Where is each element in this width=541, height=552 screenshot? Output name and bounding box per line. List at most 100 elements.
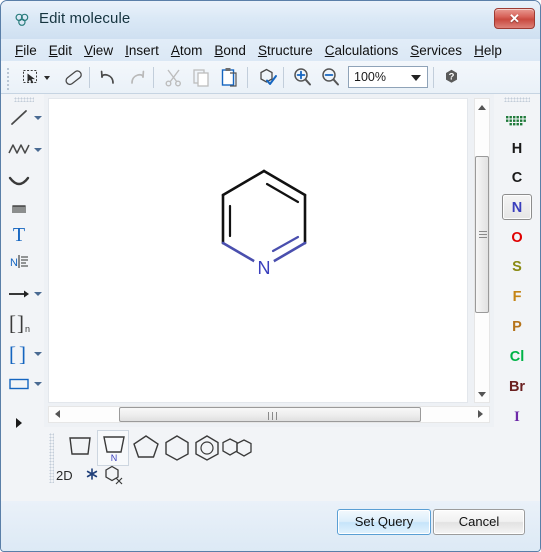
menu-item-insert[interactable]: Insert — [119, 43, 165, 58]
help-button[interactable]: ? — [439, 65, 464, 90]
atom-n-button[interactable]: N — [502, 194, 532, 220]
drawing-tools-toolbar: T N [] n [] — [1, 94, 44, 501]
atom-s-button[interactable]: S — [502, 254, 532, 280]
chevron-down-icon[interactable] — [411, 75, 421, 81]
chain-bond-tool[interactable] — [5, 136, 33, 164]
text-tool[interactable]: T — [5, 220, 33, 248]
canvas-horizontal-scrollbar[interactable] — [48, 406, 490, 423]
atom-f-button[interactable]: F — [502, 284, 532, 310]
toolbar-separator — [247, 67, 248, 88]
atom-palette-toolbar: H C N O S F P Cl Br I — [494, 94, 540, 501]
menu-item-structure[interactable]: Structure — [252, 43, 319, 58]
bracket-tool[interactable]: [ ] — [5, 341, 33, 369]
atom-p-button[interactable]: P — [502, 314, 532, 340]
cancel-button[interactable]: Cancel — [433, 509, 525, 535]
arc-tool[interactable] — [5, 168, 33, 196]
template-cyclopentane-flat[interactable] — [64, 433, 96, 463]
left-toolbar-grip[interactable] — [14, 97, 34, 102]
single-bond-tool[interactable] — [5, 104, 33, 132]
undo-button[interactable] — [96, 65, 121, 90]
atom-o-button[interactable]: O — [502, 225, 532, 251]
svg-text:]: ] — [17, 311, 24, 335]
dimension-2d-toggle[interactable]: 2D — [54, 465, 80, 485]
menu-item-atom[interactable]: Atom — [165, 43, 209, 58]
toolbar-grip[interactable] — [7, 66, 11, 90]
atom-cl-button[interactable]: Cl — [502, 344, 532, 370]
template-naphthalene[interactable] — [220, 436, 256, 460]
template-cyclohexane[interactable] — [161, 433, 193, 463]
thumb-grip-lines — [479, 229, 487, 240]
structure-check-button[interactable] — [254, 65, 279, 90]
arrow-tool-dropdown-icon[interactable] — [34, 292, 42, 296]
select-tool-dropdown-icon[interactable] — [44, 76, 50, 80]
molecule-canvas[interactable]: N — [48, 98, 468, 403]
atom-c-button[interactable]: C — [502, 165, 532, 191]
single-bond-dropdown-icon[interactable] — [34, 116, 42, 120]
zoom-level-combobox[interactable]: 100% — [348, 66, 428, 88]
title-bar: Edit molecule ✕ — [1, 1, 540, 39]
cut-button[interactable] — [161, 65, 186, 90]
canvas-container: N N 2D — [44, 94, 494, 501]
dialog-button-bar: Set Query Cancel — [1, 501, 540, 551]
zoom-level-value: 100% — [354, 70, 386, 84]
menu-item-services[interactable]: Services — [404, 43, 468, 58]
svg-text:[: [ — [9, 342, 16, 366]
triangle-up-icon — [478, 105, 486, 110]
nitrogen-atom-label: N — [258, 258, 271, 278]
toolbar-overflow-button[interactable] — [5, 409, 33, 437]
canvas-vertical-scrollbar[interactable] — [474, 98, 490, 403]
close-button[interactable]: ✕ — [494, 8, 535, 29]
brush-tool[interactable] — [5, 195, 33, 223]
arrow-tool[interactable] — [5, 280, 33, 308]
toolbar-separator — [283, 67, 284, 88]
svg-text:]: ] — [19, 342, 26, 366]
scroll-down-button[interactable] — [475, 387, 489, 401]
menu-bar: File Edit View Insert Atom Bond Structure Calcu… — [1, 39, 540, 61]
menu-item-view[interactable]: View — [78, 43, 119, 58]
templates-toolbar: N 2D — [44, 427, 494, 501]
redo-button[interactable] — [124, 65, 149, 90]
chain-bond-dropdown-icon[interactable] — [34, 148, 42, 152]
set-query-button[interactable]: Set Query — [337, 509, 431, 535]
eraser-tool-button[interactable] — [61, 65, 86, 90]
svg-text:?: ? — [449, 72, 455, 83]
menu-item-help[interactable]: Help — [468, 43, 508, 58]
triangle-down-icon — [478, 392, 486, 397]
menu-item-file[interactable]: File — [9, 43, 43, 58]
triangle-left-icon — [55, 410, 60, 418]
clear-structure-icon[interactable] — [102, 463, 126, 487]
toolbar-separator — [433, 67, 434, 88]
atom-i-button[interactable]: I — [502, 404, 532, 430]
select-tool-button[interactable] — [19, 65, 44, 90]
zoom-out-button[interactable] — [318, 65, 343, 90]
atom-br-button[interactable]: Br — [502, 374, 532, 400]
template-pyrrole[interactable]: N — [97, 430, 129, 466]
stereo-star-icon[interactable] — [82, 465, 102, 485]
scroll-right-button[interactable] — [473, 407, 488, 422]
svg-text:T: T — [13, 224, 25, 246]
periodic-table-icon[interactable] — [502, 108, 532, 134]
zoom-in-button[interactable] — [290, 65, 315, 90]
rectangle-tool-dropdown-icon[interactable] — [34, 382, 42, 386]
atom-palette-grip[interactable] — [504, 97, 530, 102]
close-icon: ✕ — [509, 11, 520, 26]
scroll-left-button[interactable] — [50, 407, 65, 422]
bracket-tool-dropdown-icon[interactable] — [34, 352, 42, 356]
scroll-up-button[interactable] — [475, 100, 489, 114]
main-toolbar: 100% ? — [1, 61, 540, 94]
menu-item-edit[interactable]: Edit — [43, 43, 78, 58]
repeat-bracket-tool[interactable]: [ ] n — [5, 310, 33, 338]
toolbar-separator — [89, 67, 90, 88]
menu-item-bond[interactable]: Bond — [208, 43, 252, 58]
paste-button[interactable] — [217, 65, 242, 90]
template-benzene[interactable] — [191, 433, 223, 463]
template-cyclopentane[interactable] — [130, 433, 162, 463]
rectangle-tool[interactable] — [5, 370, 33, 398]
atom-label-tool[interactable]: N — [5, 248, 33, 276]
atom-h-button[interactable]: H — [502, 136, 532, 162]
menu-item-calculations[interactable]: Calculations — [319, 43, 405, 58]
copy-button[interactable] — [189, 65, 214, 90]
vertical-scroll-thumb[interactable] — [475, 156, 489, 313]
horizontal-scroll-thumb[interactable] — [119, 407, 421, 422]
pyridine-structure: N — [221, 169, 307, 278]
